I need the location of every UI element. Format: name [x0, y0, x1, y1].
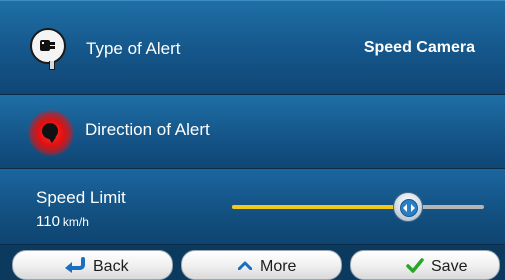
back-button-label: Back [93, 258, 129, 275]
chevron-up-icon [238, 261, 252, 270]
speed-limit-slider-handle[interactable] [393, 192, 423, 222]
speed-camera-icon-pin [49, 61, 55, 70]
alert-type-value: Speed Camera [363, 39, 475, 56]
save-button[interactable]: Save [350, 250, 500, 280]
speed-limit-unit: km/h [62, 215, 89, 229]
more-button[interactable]: More [181, 250, 342, 280]
save-button-label: Save [431, 258, 468, 275]
speed-limit-label: Speed Limit [36, 188, 126, 207]
alert-direction-row[interactable] [0, 95, 505, 169]
alert-type-label: Type of Alert [86, 39, 181, 58]
alert-type-row[interactable]: Type of Alert Speed Camera [0, 0, 505, 95]
speed-limit-slider-fill [232, 205, 408, 209]
speed-limit-value: 110 km/h [36, 213, 89, 230]
back-button[interactable]: Back [12, 250, 173, 280]
direction-marker-tail [48, 137, 56, 143]
alert-direction-label: Direction of Alert [85, 120, 210, 139]
speed-camera-icon [30, 28, 66, 64]
slider-arrows-icon [400, 199, 418, 217]
more-button-label: More [260, 258, 297, 275]
checkmark-icon [406, 258, 424, 273]
back-arrow-icon [65, 257, 85, 273]
